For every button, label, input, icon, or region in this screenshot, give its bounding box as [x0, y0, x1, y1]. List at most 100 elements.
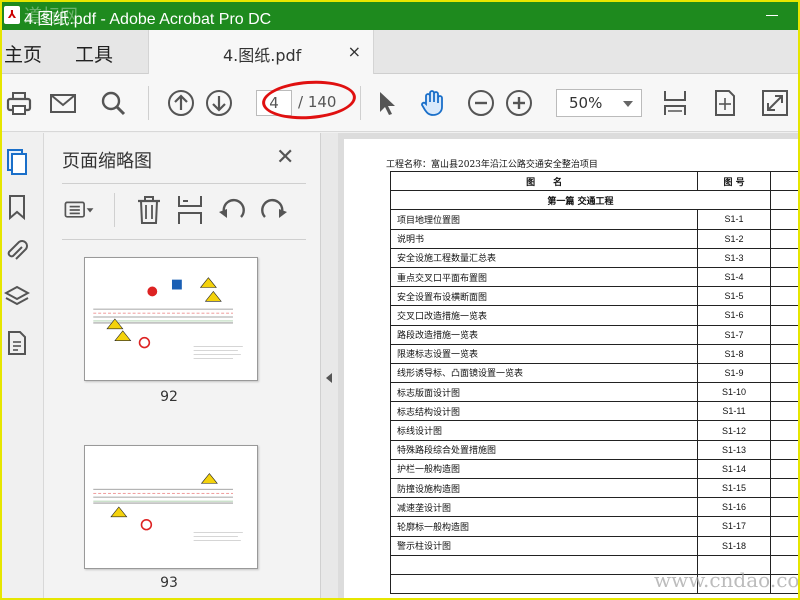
zoom-level-value: 50% [569, 94, 603, 112]
table-row: 限速标志设置一览表 S1-8 [389, 343, 800, 364]
header-code: 图 号 [697, 170, 771, 192]
table-cell [769, 305, 800, 326]
title-bar: ⅄ 4.图纸.pdf - Adobe Acrobat Pro DC 道标网 [0, 0, 800, 30]
drawing-code-cell: S1-15 [697, 477, 771, 499]
chevron-left-icon [326, 373, 332, 383]
table-row: 线形诱导标、凸面镜设置一览表 S1-9 [389, 362, 800, 384]
table-cell [769, 343, 800, 364]
email-icon[interactable] [48, 88, 78, 118]
drawing-code-cell: S1-4 [697, 266, 771, 288]
table-row: 标志版面设计图 S1-10 [389, 382, 800, 403]
drawing-name-cell: 警示柱设计图 [389, 535, 699, 556]
drawing-code-cell: S1-14 [697, 458, 771, 480]
chevron-down-icon [623, 101, 633, 107]
table-cell [769, 401, 800, 422]
drawing-list-table: 图 名 图 号 第一篇 交通工程 项目地理位置图 S1-1 说明书 S1-2 安全设施工… [389, 170, 800, 595]
zoom-level-select[interactable]: 50% [556, 89, 642, 117]
thumbnail-options-icon[interactable] [62, 193, 102, 227]
table-row: 路段改造措施一览表 S1-7 [389, 324, 800, 345]
panel-title: 页面缩略图 [62, 151, 152, 172]
page-down-icon[interactable] [204, 88, 234, 118]
drawing-name-cell [389, 573, 699, 595]
document-view[interactable]: 工程名称：富山县2023年沿江公路交通安全整治项目 图 名 图 号 第一篇 交通… [338, 133, 800, 600]
table-cell [769, 324, 800, 345]
table-row: 警示柱设计图 S1-18 [389, 535, 800, 556]
table-row: 减速垄设计图 S1-16 [389, 497, 800, 518]
drawing-name-cell: 重点交叉口平面布置图 [389, 266, 699, 288]
tab-document[interactable]: 4.图纸.pdf × [148, 30, 374, 74]
table-row: 交叉口改造措施一览表 S1-6 [389, 305, 800, 326]
page-thumbnail[interactable] [84, 445, 258, 569]
acrobat-app-icon: ⅄ [4, 6, 20, 24]
drawing-name-cell: 标志版面设计图 [389, 382, 699, 403]
table-row: 轮廓标一般构造图 S1-17 [389, 516, 800, 537]
extract-pages-icon[interactable] [174, 193, 208, 227]
fit-width-icon[interactable] [660, 88, 690, 118]
page-thumbnail[interactable] [84, 257, 258, 381]
table-cell [769, 516, 800, 537]
hand-tool-icon[interactable] [418, 88, 448, 118]
drawing-code-cell: S1-10 [697, 382, 771, 403]
drawing-name-cell: 说明书 [389, 228, 699, 249]
drawing-name-cell: 路段改造措施一览表 [389, 324, 699, 345]
attachment-icon[interactable] [4, 237, 30, 265]
drawing-code-cell: S1-5 [697, 286, 771, 307]
drawing-name-cell: 项目地理位置图 [389, 209, 699, 230]
fullscreen-icon[interactable] [760, 88, 790, 118]
table-cell [769, 535, 800, 556]
table-row: 说明书 S1-2 [389, 228, 800, 249]
toolbar: 4 / 140 50% [0, 74, 800, 132]
search-icon[interactable] [98, 88, 128, 118]
layers-icon[interactable] [3, 283, 31, 311]
select-pointer-icon[interactable] [372, 88, 402, 118]
panel-separator [114, 193, 115, 227]
drawing-code-cell: S1-17 [697, 516, 771, 537]
table-row: 特殊路段综合处置措施图 S1-13 [389, 439, 800, 460]
fit-page-icon[interactable] [710, 88, 740, 118]
rotate-left-icon[interactable] [216, 193, 250, 227]
pdf-page: 工程名称：富山县2023年沿江公路交通安全整治项目 图 名 图 号 第一篇 交通… [344, 139, 800, 600]
page-up-icon[interactable] [166, 88, 196, 118]
print-icon[interactable] [4, 88, 34, 118]
drawing-name-cell: 防撞设施构造图 [389, 477, 699, 499]
drawing-name-cell: 特殊路段综合处置措施图 [389, 439, 699, 460]
drawing-code-cell: S1-7 [697, 324, 771, 345]
table-header-row: 图 名 图 号 [389, 170, 800, 192]
toolbar-separator [148, 86, 149, 120]
document-tab-label: 4.图纸.pdf [223, 46, 302, 65]
drawing-code-cell: S1-16 [697, 497, 771, 518]
page-thumbnails-icon[interactable] [4, 147, 30, 175]
close-tab-icon[interactable]: × [348, 42, 361, 61]
drawing-name-cell: 安全设置布设横断面图 [389, 286, 699, 307]
bookmark-icon[interactable] [4, 193, 30, 221]
close-panel-icon[interactable]: ✕ [276, 145, 294, 170]
table-row: 防撞设施构造图 S1-15 [389, 477, 800, 499]
table-cell [769, 228, 800, 249]
zoom-out-icon[interactable] [466, 88, 496, 118]
red-annotation-ellipse [260, 77, 358, 123]
navigation-rail [0, 133, 44, 600]
delete-icon[interactable] [132, 193, 166, 227]
drawing-name-cell: 标线设计图 [389, 420, 699, 441]
watermark-url: www.cndao.com [654, 568, 800, 592]
tab-home[interactable]: 主页 [4, 40, 42, 67]
table-cell [769, 382, 800, 403]
zoom-in-icon[interactable] [504, 88, 534, 118]
table-cell [769, 362, 800, 384]
header-name: 图 名 [389, 170, 699, 192]
table-cell [769, 209, 800, 230]
drawing-code-cell: S1-6 [697, 305, 771, 326]
table-row: 重点交叉口平面布置图 S1-4 [389, 266, 800, 288]
tab-bar: 主页 工具 4.图纸.pdf × [0, 30, 800, 74]
table-cell [769, 477, 800, 499]
divider [62, 239, 306, 240]
table-cell [769, 439, 800, 460]
table-row: 护栏一般构造图 S1-14 [389, 458, 800, 480]
collapse-panel-handle[interactable] [320, 133, 338, 600]
tab-tools[interactable]: 工具 [75, 40, 113, 67]
rotate-right-icon[interactable] [256, 193, 290, 227]
thumbnail-page-number: 93 [160, 575, 178, 591]
document-properties-icon[interactable] [4, 329, 30, 357]
drawing-code-cell: S1-13 [697, 439, 771, 460]
minimize-button[interactable] [762, 6, 782, 22]
